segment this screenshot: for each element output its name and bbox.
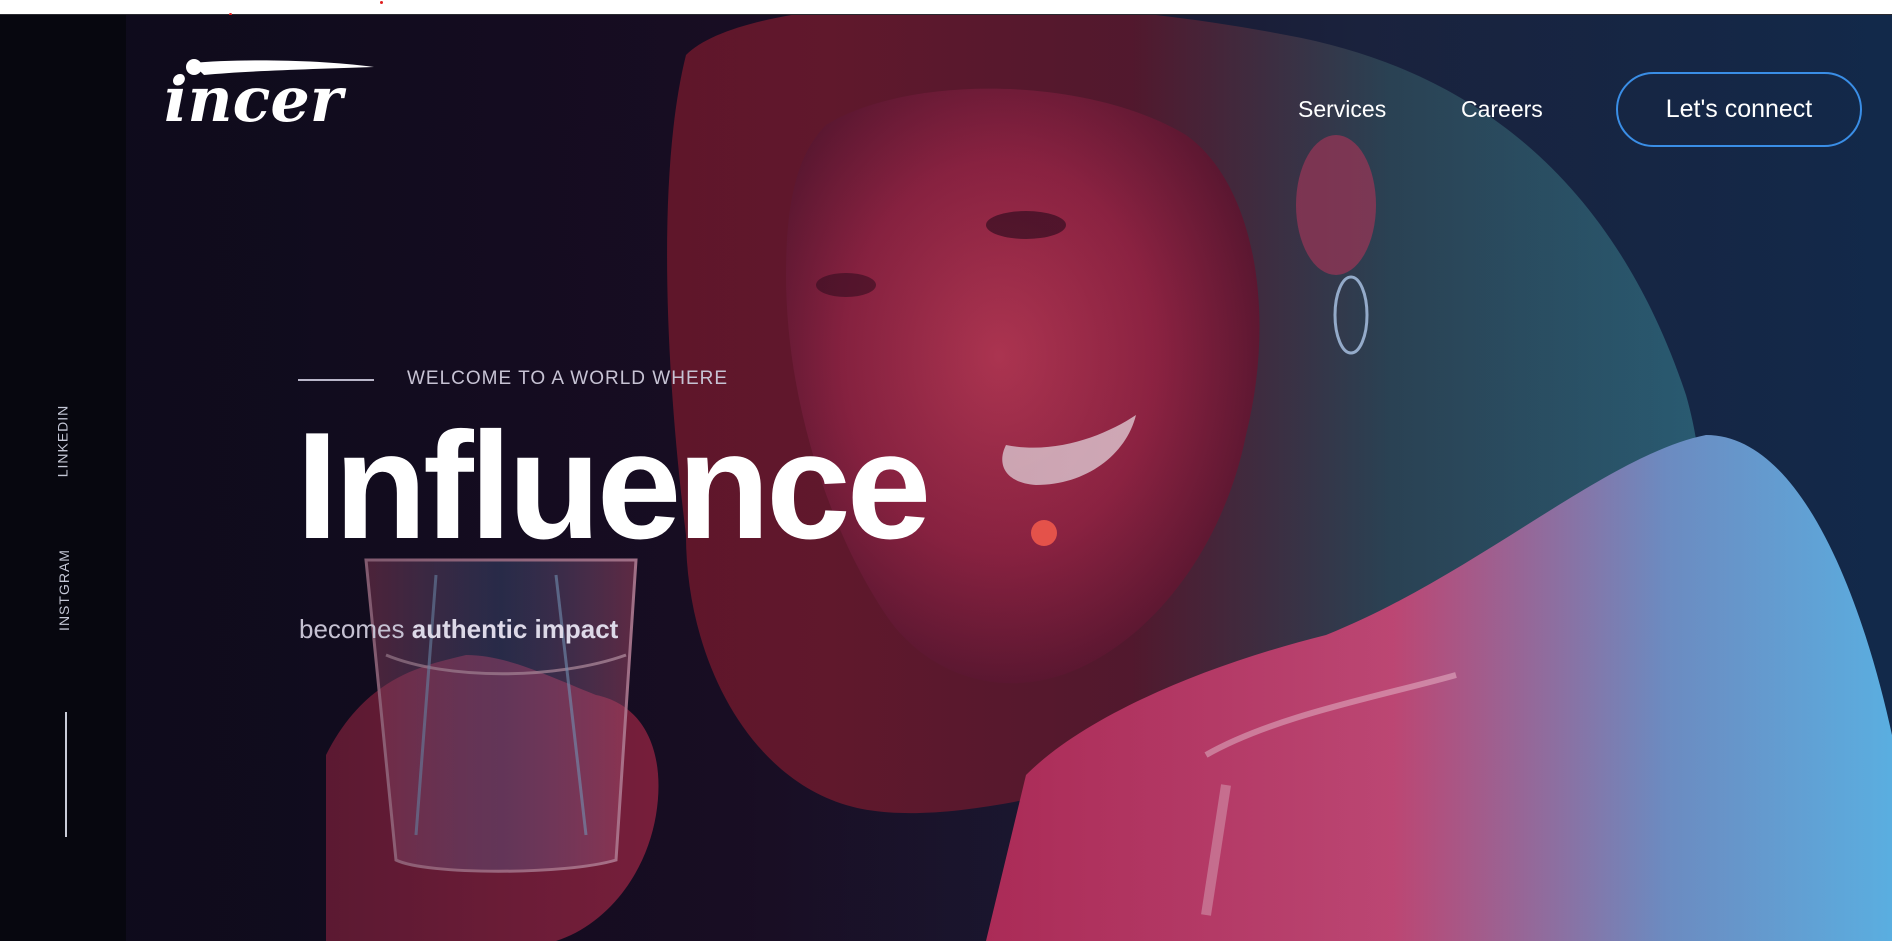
browser-top-strip [0,0,1892,16]
nav-services[interactable]: Services [1298,96,1386,123]
hero-eyebrow: WELCOME TO A WORLD WHERE [407,368,729,389]
instagram-link[interactable]: INSTGRAM [56,549,72,631]
rail-divider [65,712,67,837]
incer-logo[interactable]: incer [164,57,374,129]
subline-text: becomes [299,614,412,644]
social-side-rail: LINKEDIN INSTGRAM [0,15,126,941]
hero-subline: becomes authentic impact [299,614,618,645]
hero-headline: Influence [296,401,931,571]
nav-careers[interactable]: Careers [1461,96,1543,123]
eyebrow-line [298,379,374,381]
logo-text: incer [164,63,347,129]
linkedin-link[interactable]: LINKEDIN [54,405,70,478]
headline-accent-dot [1031,520,1057,546]
subline-emphasis: authentic impact [411,614,619,644]
lets-connect-button[interactable]: Let's connect [1616,72,1862,147]
marker-dot [380,1,383,4]
